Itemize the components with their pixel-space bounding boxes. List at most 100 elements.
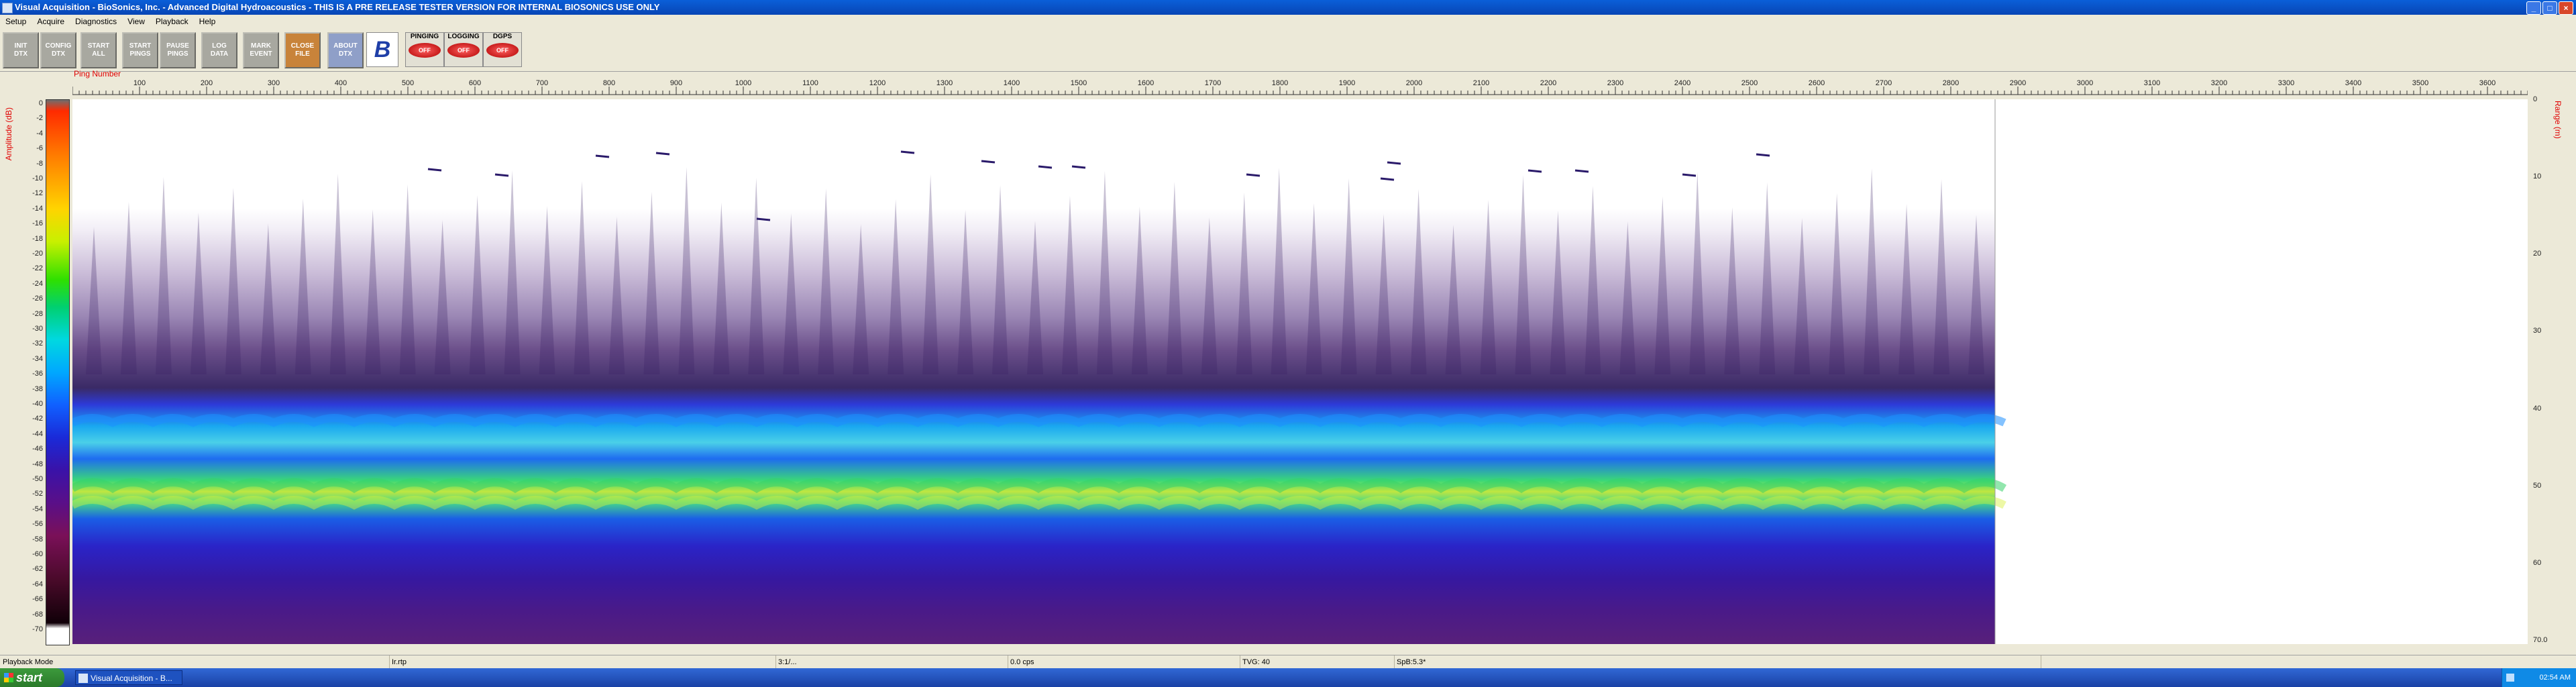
x-tick-label: 1700 (1205, 79, 1221, 87)
fish-plume (853, 224, 869, 374)
windows-flag-icon (4, 673, 13, 682)
window-title: Visual Acquisition - BioSonics, Inc. - A… (15, 2, 660, 12)
range-tick-label: 50 (2533, 481, 2542, 490)
amplitude-tick-label: -24 (32, 279, 43, 288)
echogram-plot[interactable] (72, 99, 2528, 644)
menu-acquire[interactable]: Acquire (32, 15, 70, 28)
start-pings-button[interactable]: START PINGS (122, 32, 158, 68)
amplitude-tick-label: -6 (36, 144, 43, 153)
amplitude-tick-label: -68 (32, 610, 43, 619)
pinging-indicator: PINGING OFF (405, 32, 444, 67)
x-tick-label: 200 (201, 79, 213, 87)
fish-plume (1480, 200, 1497, 374)
amplitude-tick-label: -26 (32, 295, 43, 303)
x-tick-label: 1300 (936, 79, 953, 87)
fish-plume (678, 167, 695, 374)
about-dtx-button[interactable]: ABOUT DTX (327, 32, 364, 68)
fish-plume (504, 170, 521, 374)
amplitude-colorbar (46, 99, 70, 645)
amplitude-tick-label: -46 (32, 445, 43, 454)
taskbar-item-label: Visual Acquisition - B... (91, 674, 172, 683)
x-tick-label: 2400 (1674, 79, 1690, 87)
fish-plume (1619, 221, 1636, 374)
range-tick-label: 30 (2533, 327, 2542, 335)
amplitude-tick-label: -8 (36, 159, 43, 168)
bottom-echo-band (72, 414, 2006, 427)
target-mark (1071, 165, 1086, 169)
range-axis-label: Range (m) (2553, 101, 2563, 139)
taskbar-item-visual-acquisition[interactable]: Visual Acquisition - B... (75, 670, 182, 685)
x-tick-label: 3600 (2479, 79, 2496, 87)
indicator-lamp: OFF (447, 43, 480, 58)
amplitude-tick-label: -32 (32, 339, 43, 348)
button-label: CONFIG (45, 42, 72, 50)
taskbar: start Visual Acquisition - B... 02:54 AM (0, 668, 2576, 687)
target-mark (1246, 173, 1260, 177)
x-tick-label: 1600 (1138, 79, 1154, 87)
button-label: DATA (210, 50, 229, 58)
button-label: MARK (251, 42, 271, 50)
amplitude-tick-label: -30 (32, 325, 43, 333)
fish-plume (1515, 175, 1532, 374)
fish-plume (643, 192, 660, 374)
target-mark (1574, 169, 1589, 173)
range-tick-label: 20 (2533, 250, 2542, 258)
x-tick-label: 600 (469, 79, 481, 87)
status-rate: 0.0 cps (1008, 655, 1240, 669)
maximize-button[interactable]: □ (2542, 1, 2557, 15)
x-tick-label: 2500 (1741, 79, 1758, 87)
log-data-button[interactable]: LOG DATA (201, 32, 237, 68)
fish-plume (294, 199, 311, 374)
target-mark (427, 168, 442, 172)
app-icon (78, 674, 88, 683)
minimize-button[interactable]: _ (2526, 1, 2541, 15)
close-file-button[interactable]: CLOSE FILE (284, 32, 321, 68)
start-button[interactable]: start (0, 668, 64, 687)
fish-plume (155, 177, 172, 374)
system-tray: 02:54 AM (2502, 668, 2576, 687)
menu-playback[interactable]: Playback (150, 15, 194, 28)
fish-plume (1898, 204, 1915, 374)
button-label: DTX (14, 50, 28, 58)
fish-plume (1410, 189, 1427, 374)
button-label: START (87, 42, 110, 50)
init-dtx-button[interactable]: INIT DTX (3, 32, 39, 68)
status-bar: Playback Mode Ir.rtp 3:1/... 0.0 cps TVG… (0, 655, 2576, 669)
amplitude-tick-label: -50 (32, 475, 43, 483)
mark-event-button[interactable]: MARK EVENT (243, 32, 279, 68)
menu-setup[interactable]: Setup (0, 15, 32, 28)
target-mark (1038, 165, 1053, 169)
fish-plume (1166, 182, 1183, 374)
window-controls: _ □ × (2526, 1, 2573, 15)
config-dtx-button[interactable]: CONFIG DTX (40, 32, 76, 68)
fish-plume (1305, 203, 1322, 374)
button-label: FILE (295, 50, 310, 58)
amplitude-tick-label: -62 (32, 565, 43, 574)
fish-plume (1027, 221, 1043, 374)
fish-plume (1340, 178, 1357, 374)
x-tick-label: 3000 (2077, 79, 2093, 87)
x-tick-label: 3400 (2345, 79, 2361, 87)
amplitude-tick-label: -34 (32, 354, 43, 363)
amplitude-tick-label: -52 (32, 490, 43, 498)
amplitude-tick-label: -38 (32, 384, 43, 393)
x-tick-label: 1000 (735, 79, 751, 87)
fish-plume (260, 223, 276, 374)
menu-diagnostics[interactable]: Diagnostics (70, 15, 122, 28)
menu-help[interactable]: Help (194, 15, 221, 28)
x-tick-label: 3200 (2211, 79, 2227, 87)
fish-plume (1585, 186, 1601, 374)
pause-pings-button[interactable]: PAUSE PINGS (160, 32, 196, 68)
fish-plume (1794, 218, 1811, 374)
x-tick-label: 3500 (2412, 79, 2428, 87)
network-icon[interactable] (2506, 674, 2514, 682)
fish-plume (1445, 225, 1462, 374)
fish-plume (1829, 193, 1845, 374)
start-all-button[interactable]: START ALL (80, 32, 117, 68)
ping-number-ruler[interactable]: 100 200 300 400 500 600 700 800 900 1000 1100 1200 1… (72, 78, 2528, 97)
fish-plume (1654, 197, 1671, 374)
menu-view[interactable]: View (122, 15, 150, 28)
amplitude-tick-label: -18 (32, 234, 43, 243)
button-label: EVENT (250, 50, 272, 58)
close-button[interactable]: × (2559, 1, 2573, 15)
